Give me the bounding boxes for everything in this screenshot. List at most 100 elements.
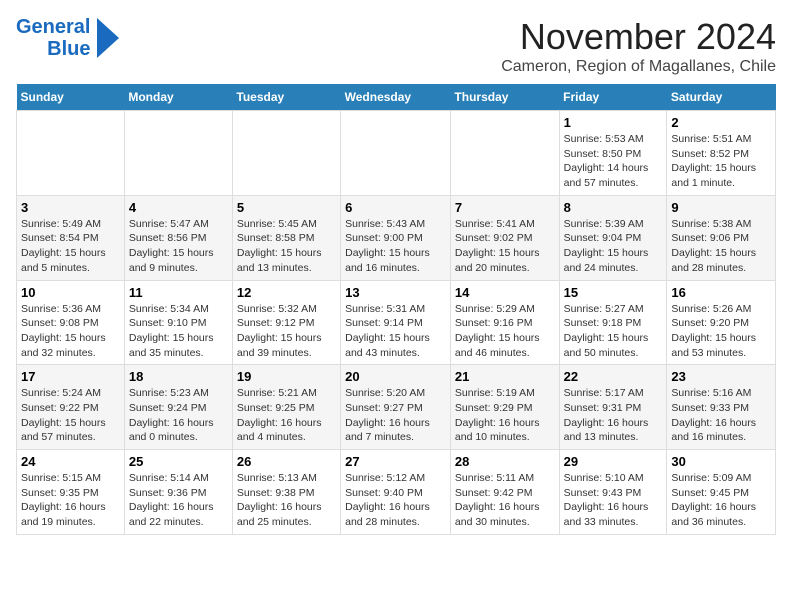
calendar-cell: 18Sunrise: 5:23 AMSunset: 9:24 PMDayligh… [124, 365, 232, 450]
day-number: 17 [21, 369, 120, 384]
weekday-row: SundayMondayTuesdayWednesdayThursdayFrid… [17, 84, 776, 111]
day-number: 7 [455, 200, 555, 215]
day-info: Sunrise: 5:16 AMSunset: 9:33 PMDaylight:… [671, 386, 771, 445]
day-info: Sunrise: 5:36 AMSunset: 9:08 PMDaylight:… [21, 302, 120, 361]
calendar-cell: 4Sunrise: 5:47 AMSunset: 8:56 PMDaylight… [124, 195, 232, 280]
day-number: 15 [564, 285, 663, 300]
location-text: Cameron, Region of Magallanes, Chile [501, 58, 776, 76]
day-number: 5 [237, 200, 336, 215]
day-number: 19 [237, 369, 336, 384]
calendar-week-4: 17 Sunrise: 5:24 AMSunset: 9:22 PMDayligh… [17, 365, 776, 450]
day-number: 13 [345, 285, 446, 300]
day-info: Sunrise: 5:26 AMSunset: 9:20 PMDaylight:… [671, 302, 771, 361]
day-number: 30 [671, 454, 771, 469]
day-number: 2 [671, 115, 771, 130]
calendar-cell: 23 Sunrise: 5:16 AMSunset: 9:33 PMDayligh… [667, 365, 776, 450]
calendar-cell: 5 Sunrise: 5:45 AMSunset: 8:58 PMDaylight… [232, 195, 340, 280]
day-info: Sunrise: 5:27 AMSunset: 9:18 PMDaylight:… [564, 302, 663, 361]
month-title: November 2024 [501, 16, 776, 58]
day-number: 21 [455, 369, 555, 384]
calendar-cell [450, 111, 559, 196]
calendar-week-1: 1 Sunrise: 5:53 AMSunset: 8:50 PMDaylight… [17, 111, 776, 196]
calendar-cell: 30 Sunrise: 5:09 AMSunset: 9:45 PMDayligh… [667, 450, 776, 535]
day-number: 27 [345, 454, 446, 469]
day-number: 26 [237, 454, 336, 469]
day-number: 22 [564, 369, 663, 384]
weekday-header-friday: Friday [559, 84, 667, 111]
day-info: Sunrise: 5:21 AMSunset: 9:25 PMDaylight:… [237, 386, 336, 445]
calendar-body: 1 Sunrise: 5:53 AMSunset: 8:50 PMDaylight… [17, 111, 776, 535]
day-number: 12 [237, 285, 336, 300]
calendar-header: SundayMondayTuesdayWednesdayThursdayFrid… [17, 84, 776, 111]
calendar-cell: 1 Sunrise: 5:53 AMSunset: 8:50 PMDaylight… [559, 111, 667, 196]
calendar-cell: 3Sunrise: 5:49 AMSunset: 8:54 PMDaylight… [17, 195, 125, 280]
weekday-header-saturday: Saturday [667, 84, 776, 111]
day-info: Sunrise: 5:24 AMSunset: 9:22 PMDaylight:… [21, 386, 120, 445]
calendar-week-3: 10 Sunrise: 5:36 AMSunset: 9:08 PMDayligh… [17, 280, 776, 365]
calendar-table: SundayMondayTuesdayWednesdayThursdayFrid… [16, 84, 776, 535]
calendar-cell: 25Sunrise: 5:14 AMSunset: 9:36 PMDayligh… [124, 450, 232, 535]
logo: General Blue [16, 16, 119, 60]
day-info: Sunrise: 5:09 AMSunset: 9:45 PMDaylight:… [671, 471, 771, 530]
day-info: Sunrise: 5:53 AMSunset: 8:50 PMDaylight:… [564, 132, 663, 191]
weekday-header-sunday: Sunday [17, 84, 125, 111]
calendar-cell [124, 111, 232, 196]
day-number: 24 [21, 454, 120, 469]
day-number: 23 [671, 369, 771, 384]
calendar-cell: 11 Sunrise: 5:34 AMSunset: 9:10 PMDayligh… [124, 280, 232, 365]
calendar-cell: 16Sunrise: 5:26 AMSunset: 9:20 PMDayligh… [667, 280, 776, 365]
logo-arrow-icon [97, 18, 119, 58]
day-number: 1 [564, 115, 663, 130]
calendar-cell [341, 111, 451, 196]
weekday-header-tuesday: Tuesday [232, 84, 340, 111]
day-info: Sunrise: 5:20 AMSunset: 9:27 PMDaylight:… [345, 386, 446, 445]
weekday-header-wednesday: Wednesday [341, 84, 451, 111]
logo-blue: Blue [47, 38, 90, 60]
day-info: Sunrise: 5:29 AMSunset: 9:16 PMDaylight:… [455, 302, 555, 361]
day-info: Sunrise: 5:49 AMSunset: 8:54 PMDaylight:… [21, 217, 120, 276]
calendar-cell: 19 Sunrise: 5:21 AMSunset: 9:25 PMDayligh… [232, 365, 340, 450]
calendar-cell: 7 Sunrise: 5:41 AMSunset: 9:02 PMDaylight… [450, 195, 559, 280]
calendar-cell: 12 Sunrise: 5:32 AMSunset: 9:12 PMDayligh… [232, 280, 340, 365]
day-info: Sunrise: 5:38 AMSunset: 9:06 PMDaylight:… [671, 217, 771, 276]
day-number: 28 [455, 454, 555, 469]
day-number: 9 [671, 200, 771, 215]
calendar-cell: 21Sunrise: 5:19 AMSunset: 9:29 PMDayligh… [450, 365, 559, 450]
calendar-week-5: 24Sunrise: 5:15 AMSunset: 9:35 PMDayligh… [17, 450, 776, 535]
day-number: 6 [345, 200, 446, 215]
day-info: Sunrise: 5:32 AMSunset: 9:12 PMDaylight:… [237, 302, 336, 361]
day-number: 4 [129, 200, 228, 215]
day-number: 29 [564, 454, 663, 469]
calendar-cell: 22 Sunrise: 5:17 AMSunset: 9:31 PMDayligh… [559, 365, 667, 450]
weekday-header-thursday: Thursday [450, 84, 559, 111]
calendar-cell: 26 Sunrise: 5:13 AMSunset: 9:38 PMDayligh… [232, 450, 340, 535]
calendar-cell [232, 111, 340, 196]
day-number: 20 [345, 369, 446, 384]
calendar-cell: 14Sunrise: 5:29 AMSunset: 9:16 PMDayligh… [450, 280, 559, 365]
calendar-cell [17, 111, 125, 196]
weekday-header-monday: Monday [124, 84, 232, 111]
day-info: Sunrise: 5:23 AMSunset: 9:24 PMDaylight:… [129, 386, 228, 445]
calendar-cell: 20 Sunrise: 5:20 AMSunset: 9:27 PMDayligh… [341, 365, 451, 450]
day-info: Sunrise: 5:17 AMSunset: 9:31 PMDaylight:… [564, 386, 663, 445]
day-info: Sunrise: 5:41 AMSunset: 9:02 PMDaylight:… [455, 217, 555, 276]
calendar-cell: 24Sunrise: 5:15 AMSunset: 9:35 PMDayligh… [17, 450, 125, 535]
calendar-cell: 29 Sunrise: 5:10 AMSunset: 9:43 PMDayligh… [559, 450, 667, 535]
calendar-cell: 9 Sunrise: 5:38 AMSunset: 9:06 PMDaylight… [667, 195, 776, 280]
calendar-cell: 8Sunrise: 5:39 AMSunset: 9:04 PMDaylight… [559, 195, 667, 280]
day-info: Sunrise: 5:13 AMSunset: 9:38 PMDaylight:… [237, 471, 336, 530]
day-info: Sunrise: 5:10 AMSunset: 9:43 PMDaylight:… [564, 471, 663, 530]
calendar-cell: 13Sunrise: 5:31 AMSunset: 9:14 PMDayligh… [341, 280, 451, 365]
calendar-week-2: 3Sunrise: 5:49 AMSunset: 8:54 PMDaylight… [17, 195, 776, 280]
calendar-cell: 27Sunrise: 5:12 AMSunset: 9:40 PMDayligh… [341, 450, 451, 535]
day-number: 10 [21, 285, 120, 300]
day-number: 11 [129, 285, 228, 300]
calendar-cell: 28 Sunrise: 5:11 AMSunset: 9:42 PMDayligh… [450, 450, 559, 535]
calendar-cell: 17 Sunrise: 5:24 AMSunset: 9:22 PMDayligh… [17, 365, 125, 450]
page-header: General Blue November 2024 Cameron, Regi… [16, 16, 776, 76]
day-info: Sunrise: 5:11 AMSunset: 9:42 PMDaylight:… [455, 471, 555, 530]
day-info: Sunrise: 5:39 AMSunset: 9:04 PMDaylight:… [564, 217, 663, 276]
calendar-cell: 6Sunrise: 5:43 AMSunset: 9:00 PMDaylight… [341, 195, 451, 280]
day-info: Sunrise: 5:45 AMSunset: 8:58 PMDaylight:… [237, 217, 336, 276]
day-info: Sunrise: 5:34 AMSunset: 9:10 PMDaylight:… [129, 302, 228, 361]
